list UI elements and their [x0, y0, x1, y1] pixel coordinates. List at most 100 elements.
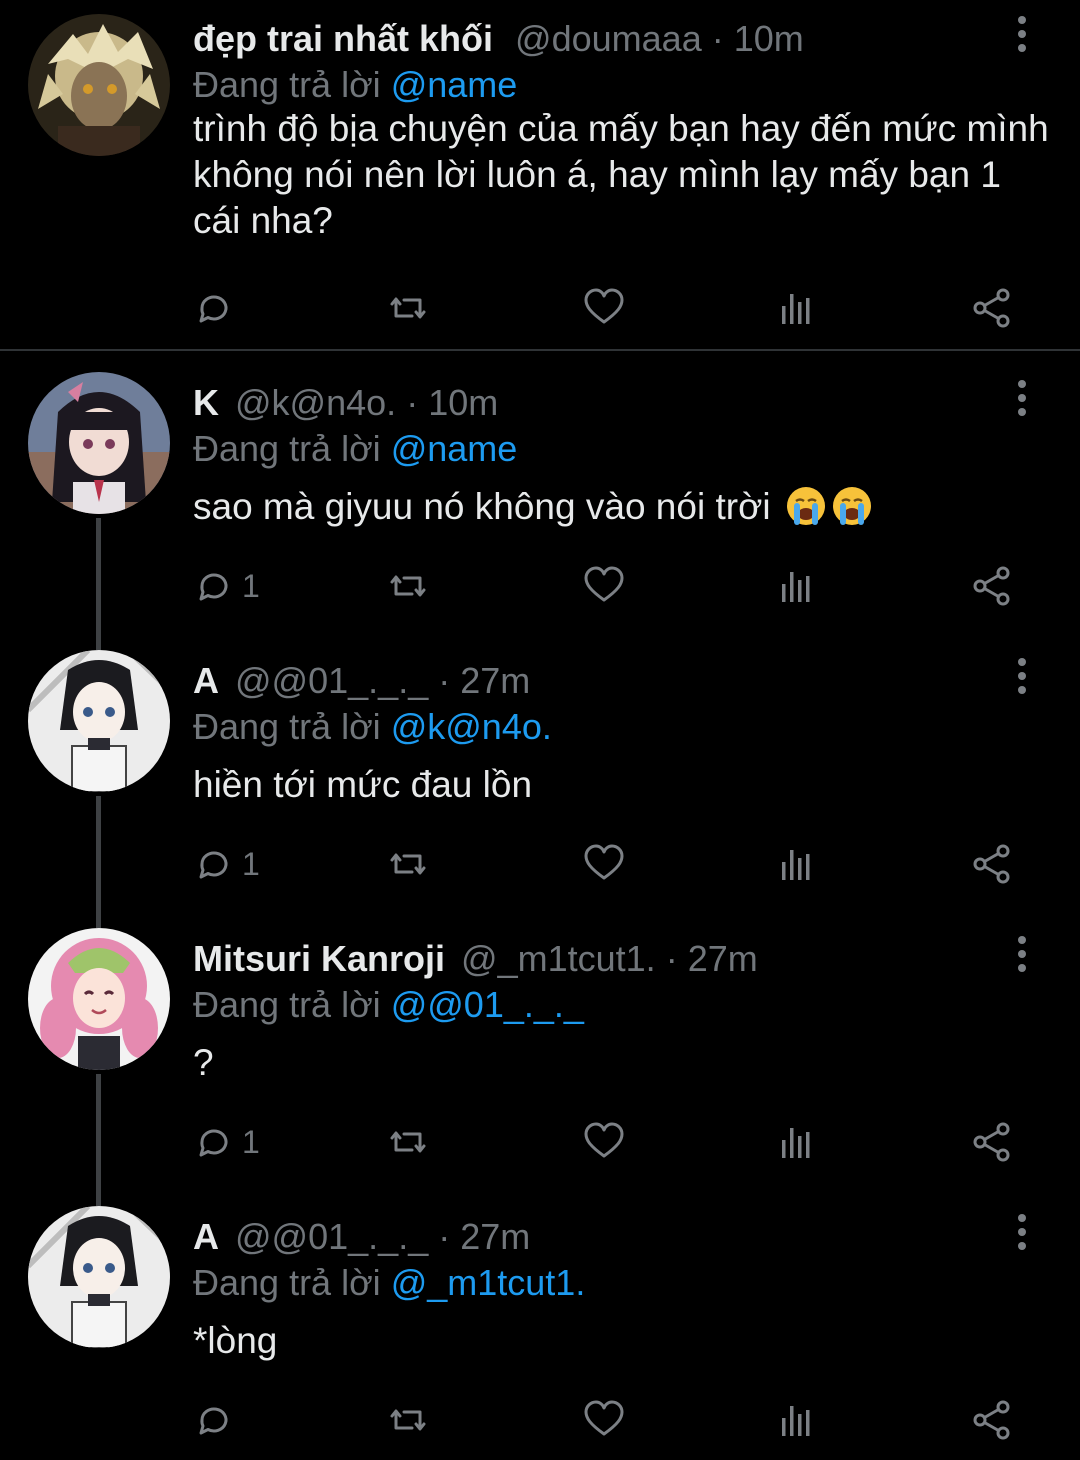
- retweet-icon: [390, 297, 426, 319]
- more-options-icon[interactable]: [1010, 656, 1034, 696]
- more-options-icon[interactable]: [1010, 14, 1034, 54]
- mention-link[interactable]: @_m1tcut1.: [391, 1262, 586, 1303]
- replying-prefix: Đang trả lời: [193, 1262, 381, 1303]
- user-handle[interactable]: @@01_._._: [235, 660, 428, 701]
- avatar[interactable]: [28, 928, 170, 1070]
- share-button[interactable]: [970, 562, 1014, 610]
- mention-link[interactable]: @@01_._._: [391, 984, 584, 1025]
- replying-prefix: Đang trả lời: [193, 64, 381, 105]
- avatar[interactable]: [28, 372, 170, 514]
- views-icon: [782, 294, 810, 324]
- avatar-image: [28, 928, 170, 1070]
- tweet-2[interactable]: K @k@n4o. · 10m Đang trả lời @name sao m…: [0, 372, 1080, 648]
- views-icon: [782, 1128, 810, 1158]
- like-icon: [584, 1400, 624, 1436]
- mention-link[interactable]: @name: [391, 64, 518, 105]
- action-bar: 1: [0, 1118, 1080, 1166]
- retweet-button[interactable]: [386, 1396, 430, 1444]
- loudly-crying-face-emoji-icon: [786, 487, 825, 525]
- avatar[interactable]: [28, 650, 170, 792]
- user-handle[interactable]: @doumaaa: [515, 18, 702, 59]
- retweet-icon: [390, 1131, 426, 1153]
- timestamp[interactable]: 27m: [688, 938, 758, 979]
- replying-prefix: Đang trả lời: [193, 428, 381, 469]
- retweet-icon: [390, 853, 426, 875]
- avatar-image: [28, 1206, 170, 1348]
- reply-button[interactable]: 1: [192, 840, 260, 888]
- tweet-4[interactable]: Mitsuri Kanroji @_m1tcut1. · 27m Đang tr…: [0, 928, 1080, 1204]
- tweet-header: A @@01_._._ · 27m: [193, 1212, 530, 1262]
- share-icon: [973, 1400, 1010, 1440]
- reply-icon: [199, 1407, 228, 1435]
- action-bar: 1: [0, 840, 1080, 888]
- share-button[interactable]: [970, 284, 1014, 332]
- share-button[interactable]: [970, 1118, 1014, 1166]
- display-name[interactable]: K: [193, 382, 219, 423]
- reply-button[interactable]: 1: [192, 562, 260, 610]
- avatar[interactable]: [28, 14, 170, 156]
- mention-link[interactable]: @k@n4o.: [391, 706, 552, 747]
- display-name[interactable]: A: [193, 660, 219, 701]
- like-button[interactable]: [582, 1396, 626, 1444]
- like-button[interactable]: [582, 284, 626, 332]
- display-name[interactable]: Mitsuri Kanroji: [193, 938, 445, 979]
- tweet-5[interactable]: A @@01_._._ · 27m Đang trả lời @_m1tcut1…: [0, 1206, 1080, 1452]
- views-button[interactable]: [774, 1118, 818, 1166]
- share-icon: [973, 1122, 1010, 1162]
- retweet-icon: [390, 1409, 426, 1431]
- like-icon: [584, 566, 624, 602]
- like-icon: [584, 844, 624, 880]
- tweet-1[interactable]: đẹp trai nhất khối @doumaaa · 10m Đang t…: [0, 14, 1080, 344]
- views-icon: [782, 572, 810, 602]
- user-handle[interactable]: @_m1tcut1.: [461, 938, 656, 979]
- replying-prefix: Đang trả lời: [193, 984, 381, 1025]
- views-button[interactable]: [774, 284, 818, 332]
- timestamp[interactable]: 27m: [460, 660, 530, 701]
- avatar-image: [28, 650, 170, 792]
- display-name[interactable]: đẹp trai nhất khối: [193, 18, 493, 59]
- share-button[interactable]: [970, 840, 1014, 888]
- avatar-image: [28, 14, 170, 156]
- retweet-button[interactable]: [386, 284, 430, 332]
- views-button[interactable]: [774, 562, 818, 610]
- display-name[interactable]: A: [193, 1216, 219, 1257]
- views-icon: [782, 850, 810, 880]
- retweet-button[interactable]: [386, 840, 430, 888]
- like-button[interactable]: [582, 562, 626, 610]
- like-button[interactable]: [582, 840, 626, 888]
- reply-icon: [199, 573, 228, 601]
- tweet-text: ?: [193, 1042, 214, 1083]
- share-icon: [973, 844, 1010, 884]
- more-options-icon[interactable]: [1010, 934, 1034, 974]
- views-button[interactable]: [774, 840, 818, 888]
- separator: ·: [438, 660, 451, 701]
- avatar[interactable]: [28, 1206, 170, 1348]
- replying-to: Đang trả lời @name: [193, 60, 517, 110]
- more-options-icon[interactable]: [1010, 378, 1034, 418]
- tweet-header: đẹp trai nhất khối @doumaaa · 10m: [193, 14, 804, 64]
- replying-to: Đang trả lời @name: [193, 424, 517, 474]
- replying-to: Đang trả lời @k@n4o.: [193, 702, 552, 752]
- reply-button[interactable]: [192, 284, 242, 332]
- user-handle[interactable]: @@01_._._: [235, 1216, 428, 1257]
- share-icon: [973, 566, 1010, 606]
- tweet-text-content: sao mà giyuu nó không vào nói trời: [193, 486, 771, 527]
- tweet-text: sao mà giyuu nó không vào nói trời: [193, 484, 1053, 530]
- reply-button[interactable]: [192, 1396, 242, 1444]
- timestamp[interactable]: 10m: [428, 382, 498, 423]
- tweet-header: A @@01_._._ · 27m: [193, 656, 530, 706]
- retweet-button[interactable]: [386, 562, 430, 610]
- like-button[interactable]: [582, 1118, 626, 1166]
- views-button[interactable]: [774, 1396, 818, 1444]
- share-button[interactable]: [970, 1396, 1014, 1444]
- timestamp[interactable]: 10m: [734, 18, 804, 59]
- user-handle[interactable]: @k@n4o.: [235, 382, 396, 423]
- tweet-3[interactable]: A @@01_._._ · 27m Đang trả lời @k@n4o. h…: [0, 650, 1080, 926]
- tweet-text: hiền tới mức đau lồn: [193, 764, 533, 805]
- timestamp[interactable]: 27m: [460, 1216, 530, 1257]
- reply-button[interactable]: 1: [192, 1118, 260, 1166]
- share-icon: [973, 288, 1010, 328]
- more-options-icon[interactable]: [1010, 1212, 1034, 1252]
- retweet-button[interactable]: [386, 1118, 430, 1166]
- mention-link[interactable]: @name: [391, 428, 518, 469]
